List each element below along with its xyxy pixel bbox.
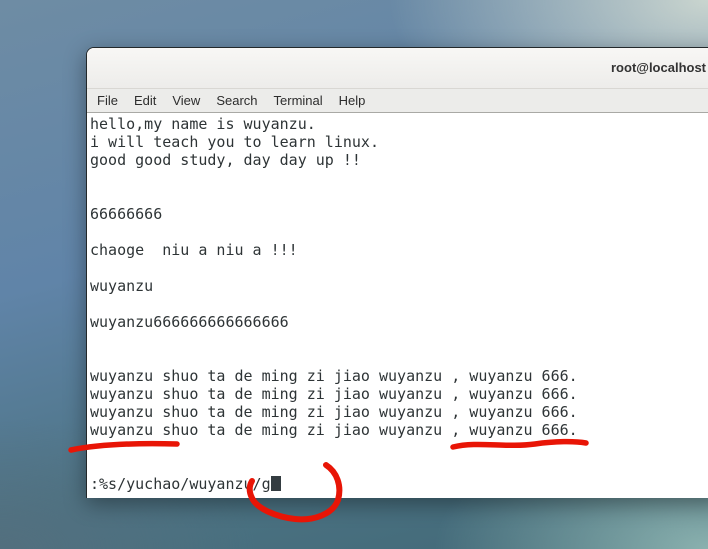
terminal-line: good good study, day day up !! [90,151,708,169]
terminal-line: i will teach you to learn linux. [90,133,708,151]
terminal-screen[interactable]: hello,my name is wuyanzu. i will teach y… [87,113,708,498]
terminal-line [90,223,708,241]
terminal-line: wuyanzu666666666666666 [90,313,708,331]
menu-help[interactable]: Help [331,91,374,110]
terminal-line [90,349,708,367]
terminal-line [90,295,708,313]
terminal-line [90,439,708,457]
menu-edit[interactable]: Edit [126,91,164,110]
terminal-line: 66666666 [90,205,708,223]
menu-file[interactable]: File [89,91,126,110]
terminal-line [90,331,708,349]
vim-command-text: :%s/yuchao/wuyanzu/g [90,475,271,493]
window-title: root@localhost [611,60,706,75]
terminal-cursor [271,476,281,491]
terminal-line: hello,my name is wuyanzu. [90,115,708,133]
terminal-line [90,259,708,277]
terminal-line [90,169,708,187]
terminal-line: wuyanzu shuo ta de ming zi jiao wuyanzu … [90,367,708,385]
terminal-line: wuyanzu shuo ta de ming zi jiao wuyanzu … [90,403,708,421]
menu-view[interactable]: View [164,91,208,110]
terminal-line: wuyanzu shuo ta de ming zi jiao wuyanzu … [90,421,708,439]
menu-search[interactable]: Search [208,91,265,110]
terminal-line [90,457,708,475]
terminal-line: wuyanzu shuo ta de ming zi jiao wuyanzu … [90,385,708,403]
window-titlebar[interactable]: root@localhost [87,48,708,89]
terminal-menubar: File Edit View Search Terminal Help [87,89,708,113]
terminal-line [90,187,708,205]
menu-terminal[interactable]: Terminal [266,91,331,110]
terminal-line: chaoge niu a niu a !!! [90,241,708,259]
terminal-line: wuyanzu [90,277,708,295]
vim-command-line: :%s/yuchao/wuyanzu/g [90,475,708,493]
terminal-window: root@localhost File Edit View Search Ter… [86,47,708,498]
desktop: { "window": { "title": "root@localhost" … [0,0,708,549]
